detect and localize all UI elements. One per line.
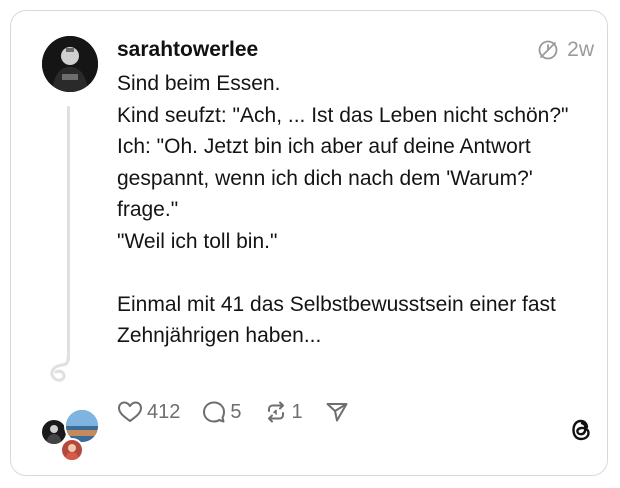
send-icon xyxy=(326,403,348,422)
post-time: 2w xyxy=(567,38,594,61)
thread-line xyxy=(67,106,70,361)
like-count: 412 xyxy=(147,400,181,423)
repost-button[interactable]: 1 xyxy=(264,400,303,424)
avatar[interactable] xyxy=(42,36,98,92)
post-text: Sind beim Essen. Kind seufzt: "Ach, ... … xyxy=(117,68,587,352)
post-line: Sind beim Essen. xyxy=(117,72,281,95)
thread-loop-icon xyxy=(50,356,70,382)
post-line: Kind seufzt: "Ach, ... Ist das Leben nic… xyxy=(117,103,569,127)
edited-clock-icon xyxy=(538,40,558,60)
post-line-empty xyxy=(117,257,587,289)
repost-count: 1 xyxy=(291,400,303,423)
post-actions: 412 5 1 xyxy=(117,400,371,424)
post-line: Einmal mit 41 das Selbstbewusstsein eine… xyxy=(117,292,556,348)
share-button[interactable] xyxy=(325,400,349,424)
post-line: Ich: "Oh. Jetzt bin ich aber auf deine A… xyxy=(117,135,533,221)
reply-avatar-3[interactable] xyxy=(60,438,84,462)
username[interactable]: sarahtowerlee xyxy=(117,38,258,62)
repost-icon xyxy=(267,401,284,423)
reply-count: 5 xyxy=(230,400,242,423)
post-meta: 2w xyxy=(537,38,594,62)
post-line: "Weil ich toll bin." xyxy=(117,229,278,253)
like-button[interactable]: 412 xyxy=(117,400,180,424)
comment-icon xyxy=(203,401,226,423)
threads-logo-icon[interactable] xyxy=(568,415,594,445)
heart-icon xyxy=(118,401,142,422)
reply-button[interactable]: 5 xyxy=(202,400,242,424)
